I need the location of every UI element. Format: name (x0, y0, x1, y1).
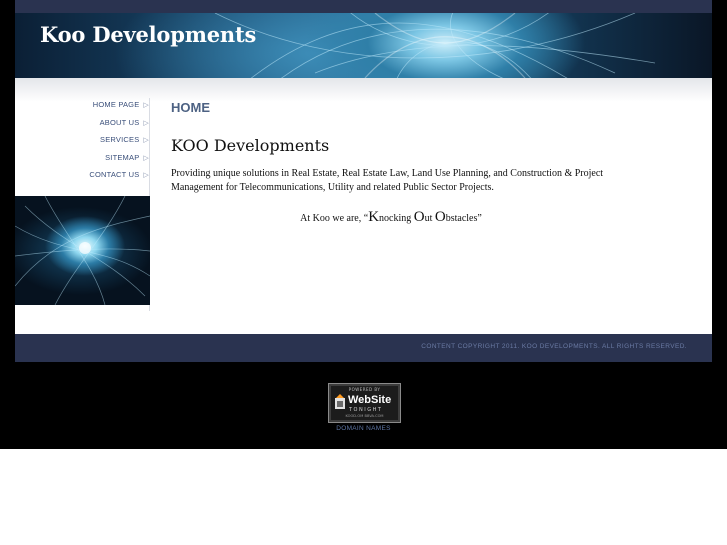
nav-item-services[interactable]: SERVICES ▷ (15, 131, 149, 149)
nav-item-label: CONTACT US (89, 170, 140, 179)
page-title: HOME (171, 100, 210, 115)
nav-item-label: SERVICES (100, 135, 140, 144)
badge-powered-by: POWERED BY (348, 387, 381, 392)
nav-item-about-us[interactable]: ABOUT US ▷ (15, 114, 149, 132)
nav-item-sitemap[interactable]: SITEMAP ▷ (15, 149, 149, 167)
badge-url: KOOD-OM BBVA.COM (345, 414, 384, 418)
motto-suffix: ” (477, 213, 482, 224)
badge-logo-icon (335, 394, 345, 409)
top-bar (15, 0, 712, 13)
company-name: KOO Developments (171, 136, 330, 155)
sidebar-light-streaks (15, 196, 150, 305)
nav-item-contact-us[interactable]: CONTACT US ▷ (15, 166, 149, 184)
motto-word-rest: nocking (379, 213, 414, 224)
nav-item-label: HOME PAGE (92, 100, 140, 109)
badge-subtitle: TONIGHT (349, 407, 383, 413)
footer-bar: CONTENT COPYRIGHT 2011. KOO DEVELOPMENTS… (15, 334, 712, 362)
domain-names-link[interactable]: DOMAIN NAMES (0, 425, 727, 432)
main-content: HOME KOO Developments Providing unique s… (171, 100, 641, 226)
motto-word-rest: ut (424, 213, 435, 224)
site-container: Koo Developments HOME PAGE ▷ ABOUT US ▷ SE… (15, 0, 712, 362)
motto-prefix: At Koo we are, “ (300, 213, 369, 224)
motto-letter-o: O (434, 209, 446, 225)
nav-item-label: SITEMAP (105, 152, 140, 162)
website-tonight-badge[interactable]: POWERED BY WebSite TONIGHT KOOD-OM BBVA.… (328, 383, 401, 423)
nav-item-home[interactable]: HOME PAGE ▷ (15, 96, 149, 114)
content-area: HOME PAGE ▷ ABOUT US ▷ SERVICES ▷ SITEMAP ▷ … (15, 78, 712, 334)
motto-letter-o: O (413, 209, 425, 225)
copyright-text: CONTENT COPYRIGHT 2011. KOO DEVELOPMENTS… (421, 343, 687, 350)
header-banner: Koo Developments (15, 13, 712, 78)
sidebar-decorative-image (15, 196, 150, 305)
motto-letter-k: K (368, 209, 380, 225)
motto-word-rest: bstacles (445, 213, 478, 224)
site-title[interactable]: Koo Developments (40, 22, 256, 47)
sidebar-nav: HOME PAGE ▷ ABOUT US ▷ SERVICES ▷ SITEMAP ▷ … (15, 96, 149, 184)
company-description: Providing unique solutions in Real Estat… (171, 168, 604, 193)
badge-title: WebSite (348, 394, 392, 406)
company-motto: At Koo we are, “Knocking Out Obstacles” (171, 209, 611, 226)
nav-item-label: ABOUT US (99, 117, 140, 127)
